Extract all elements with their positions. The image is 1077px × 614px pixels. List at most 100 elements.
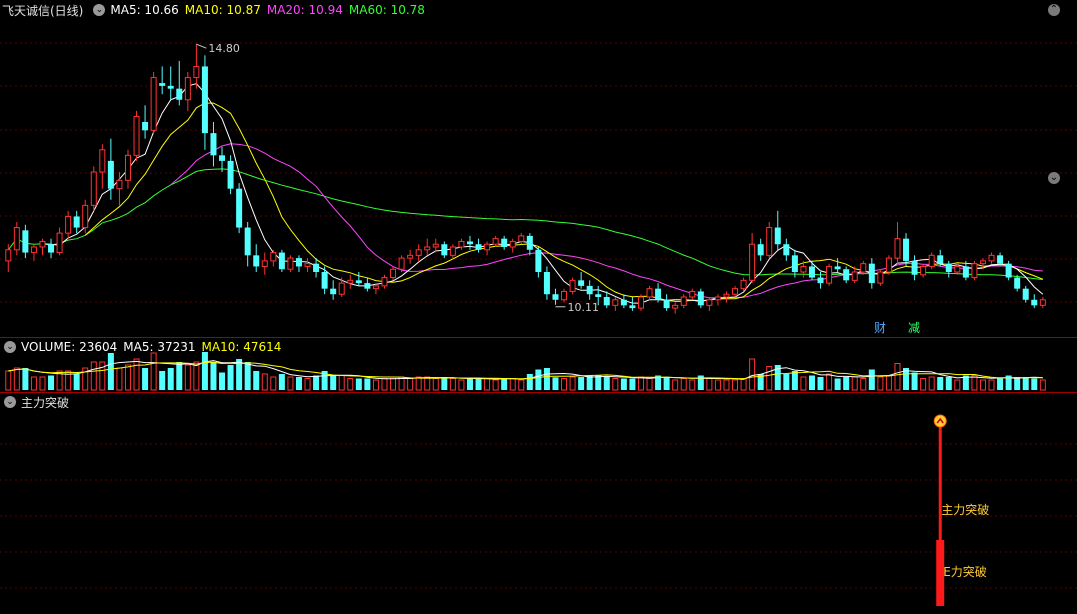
chevron-down-icon[interactable]: ⌄ bbox=[4, 396, 16, 408]
volume-bar bbox=[372, 379, 379, 391]
volume-bar bbox=[808, 375, 815, 390]
volume-bar bbox=[868, 369, 875, 390]
high-marker bbox=[196, 43, 207, 49]
candle-body bbox=[13, 227, 20, 251]
candle-body bbox=[937, 255, 944, 264]
volume-bar bbox=[569, 376, 576, 391]
candle-body bbox=[107, 160, 114, 189]
candle-body bbox=[39, 240, 46, 248]
indicator-pane[interactable]: ⌄ 主力突破 主力突破 E力突破 bbox=[0, 393, 1077, 614]
volume-bar bbox=[432, 378, 439, 391]
candle-body bbox=[304, 263, 311, 267]
volume-bar bbox=[364, 378, 371, 390]
candle-body bbox=[979, 260, 986, 265]
candle-body bbox=[30, 246, 37, 254]
candle-body bbox=[877, 271, 884, 284]
volume-bar bbox=[13, 367, 20, 391]
volume-bar bbox=[253, 371, 260, 390]
candle-body bbox=[569, 279, 576, 292]
candle-body bbox=[817, 277, 824, 284]
maximize-icon[interactable]: ⌃ bbox=[1048, 4, 1060, 16]
candle-body bbox=[295, 258, 302, 267]
candle-body bbox=[714, 296, 721, 301]
candle-body bbox=[364, 283, 371, 289]
volume-bar bbox=[637, 376, 644, 391]
candle-body bbox=[518, 235, 525, 242]
volume-bar bbox=[1039, 379, 1046, 391]
volume-bar bbox=[979, 379, 986, 391]
volume-bar bbox=[458, 379, 465, 391]
volume-bar bbox=[116, 367, 123, 391]
volume-bar bbox=[133, 358, 140, 391]
volume-bar bbox=[466, 378, 473, 390]
candle-body bbox=[800, 265, 807, 273]
candle-body bbox=[381, 277, 388, 287]
signal-arrow-icon bbox=[933, 414, 947, 428]
volume-bar bbox=[783, 374, 790, 390]
candle-body bbox=[749, 243, 756, 281]
reduce-badge: 减 bbox=[908, 321, 920, 335]
candle-body bbox=[885, 257, 892, 273]
volume-bar bbox=[381, 378, 388, 391]
candle-body bbox=[783, 244, 790, 256]
volume-bar bbox=[295, 377, 302, 390]
volume-bar bbox=[244, 362, 251, 390]
volume-bar bbox=[330, 375, 337, 390]
volume-bar bbox=[817, 377, 824, 390]
volume-bar bbox=[997, 378, 1004, 390]
candle-body bbox=[851, 271, 858, 281]
ma5-legend: MA5: 10.66 bbox=[110, 3, 179, 17]
volume-bar bbox=[219, 372, 226, 390]
volume-bar bbox=[338, 375, 345, 391]
settings-icon[interactable]: ⌄ bbox=[1048, 172, 1060, 184]
volume-bar bbox=[894, 363, 901, 391]
candle-body bbox=[928, 254, 935, 267]
candle-body bbox=[492, 238, 499, 245]
candle-body bbox=[475, 244, 482, 250]
volume-bar bbox=[313, 375, 320, 390]
volume-bar bbox=[167, 368, 174, 390]
volume-bar bbox=[689, 379, 696, 391]
volume-bar bbox=[124, 364, 131, 391]
chevron-down-icon[interactable]: ⌄ bbox=[4, 341, 16, 353]
volume-bar bbox=[723, 379, 730, 391]
volume-bar bbox=[826, 373, 833, 391]
candle-body bbox=[774, 227, 781, 245]
candle-body bbox=[390, 268, 397, 279]
volume-bar bbox=[680, 378, 687, 391]
candle-body bbox=[244, 227, 251, 256]
volume-bar bbox=[834, 378, 841, 390]
volume-bar bbox=[492, 379, 499, 391]
volume-bar bbox=[355, 378, 362, 390]
indicator-chart: 主力突破 E力突破 bbox=[0, 414, 1077, 606]
candle-body bbox=[219, 155, 226, 161]
candle-body bbox=[620, 299, 627, 306]
candle-body bbox=[458, 240, 465, 248]
volume-bar bbox=[159, 371, 166, 390]
candle-body bbox=[962, 266, 969, 278]
volume-bar bbox=[90, 361, 97, 391]
chevron-down-icon[interactable]: ⌄ bbox=[93, 4, 106, 16]
volume-bar bbox=[270, 376, 277, 391]
volume-bar bbox=[501, 378, 508, 390]
volume-pane[interactable]: ⌄ VOLUME: 23604 MA5: 37231 MA10: 47614 bbox=[0, 338, 1077, 392]
volume-bar bbox=[714, 379, 721, 391]
candle-body bbox=[347, 279, 354, 284]
candle-body bbox=[603, 297, 610, 306]
volume-bar bbox=[612, 378, 619, 391]
candle-body bbox=[578, 280, 585, 286]
candle-body bbox=[5, 249, 12, 262]
volume-bar bbox=[48, 375, 55, 390]
candle-body bbox=[672, 304, 679, 309]
candle-body bbox=[65, 215, 72, 234]
candle-body bbox=[629, 305, 636, 309]
candle-body bbox=[133, 115, 140, 156]
volume-bar bbox=[150, 352, 157, 391]
candle-body bbox=[501, 238, 508, 247]
candle-body bbox=[595, 294, 602, 297]
candle-body bbox=[48, 244, 55, 253]
volume-bar bbox=[851, 376, 858, 391]
price-pane[interactable]: 飞天诚信(日线) ⌄ MA5: 10.66 MA10: 10.87 MA20: … bbox=[0, 0, 1077, 337]
candle-body bbox=[680, 296, 687, 306]
candle-body bbox=[466, 241, 473, 245]
